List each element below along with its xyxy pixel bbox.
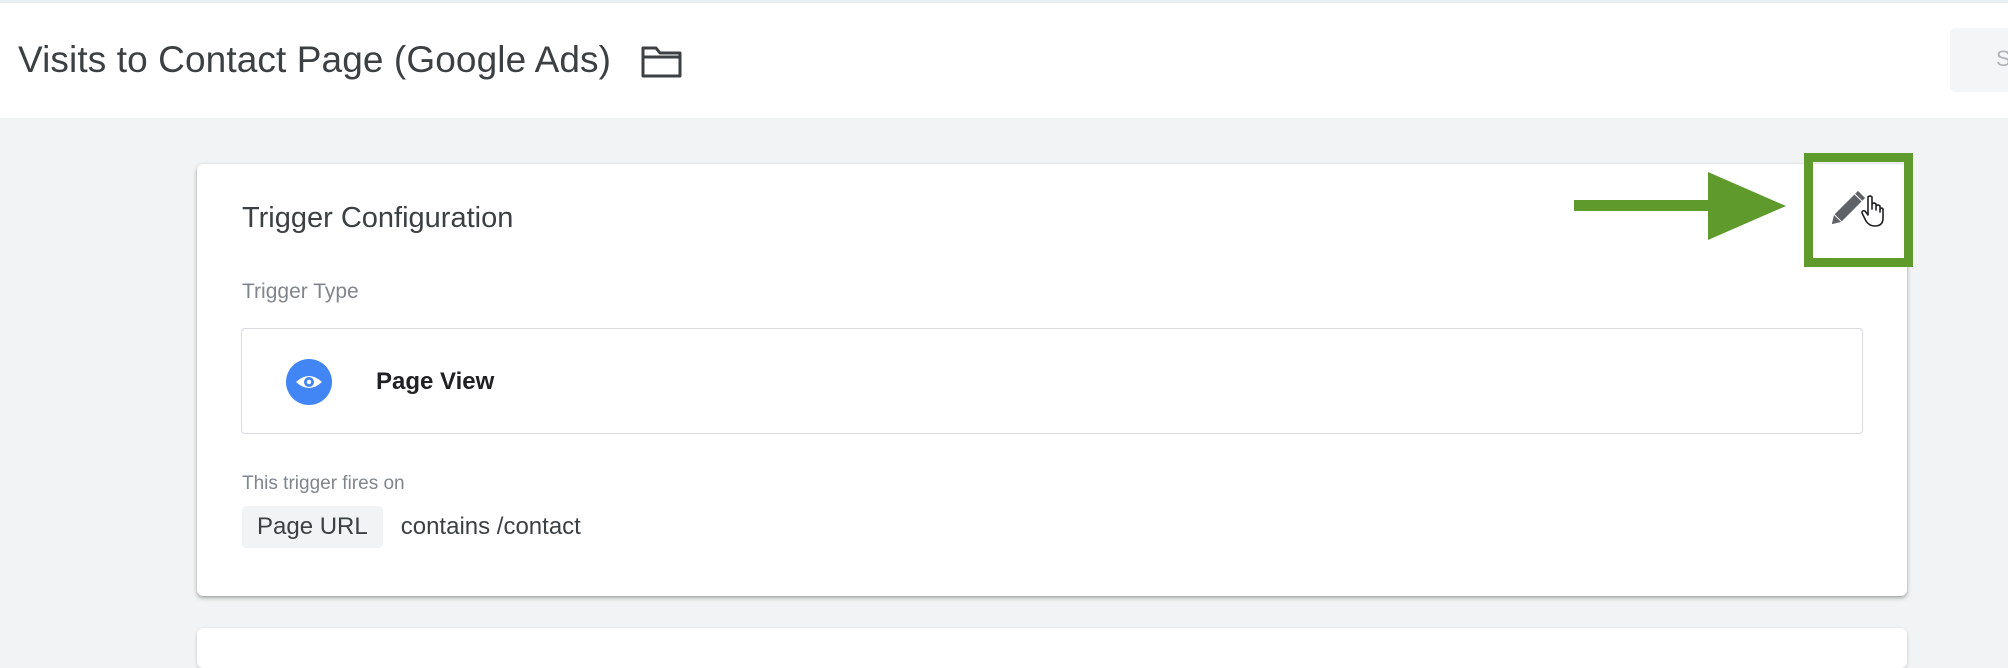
eye-icon (286, 359, 332, 405)
fires-on-label: This trigger fires on (242, 473, 405, 494)
top-bar: Visits to Contact Page (Google Ads) S (0, 0, 2008, 118)
folder-icon[interactable] (640, 44, 684, 80)
card-title: Trigger Configuration (242, 202, 514, 234)
trigger-type-selector[interactable]: Page View (241, 328, 1863, 434)
save-button[interactable]: S (1950, 28, 2008, 92)
edit-button[interactable] (1816, 184, 1884, 248)
trigger-type-name: Page View (376, 368, 495, 395)
trigger-condition: Page URL contains /contact (242, 506, 581, 548)
hand-cursor-icon (1861, 195, 1884, 227)
condition-variable: Page URL (242, 506, 383, 548)
page-title[interactable]: Visits to Contact Page (Google Ads) (18, 36, 611, 84)
next-card (197, 628, 1907, 668)
trigger-type-label: Trigger Type (242, 280, 359, 303)
highlight-arrow (1574, 168, 1786, 244)
top-border (0, 0, 2008, 3)
condition-operator-value: contains /contact (400, 513, 581, 540)
